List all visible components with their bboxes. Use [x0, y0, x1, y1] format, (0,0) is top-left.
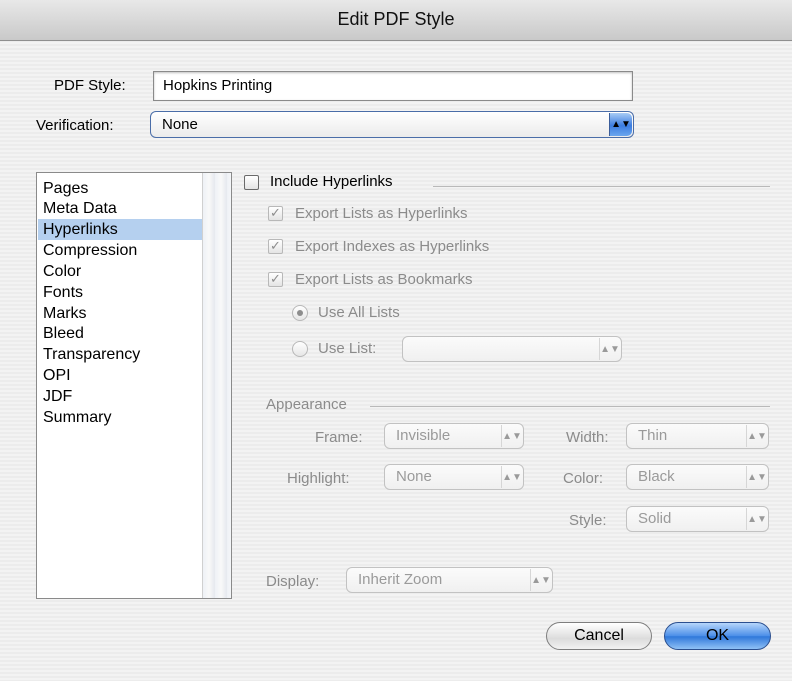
export-lists-hyperlinks-checkbox[interactable]: ✓: [268, 206, 283, 221]
color-value: Black: [638, 468, 675, 485]
frame-value: Invisible: [396, 427, 451, 444]
popup-arrows-icon: ▲▼: [746, 466, 767, 488]
use-all-lists-radio[interactable]: [292, 305, 308, 321]
color-label: Color:: [563, 470, 604, 487]
width-value: Thin: [638, 427, 668, 444]
pdf-style-label: PDF Style:: [54, 77, 126, 94]
popup-arrows-icon: ▲▼: [746, 425, 767, 447]
use-list-popup[interactable]: ▲▼: [402, 336, 622, 362]
list-scrollbar[interactable]: [202, 173, 231, 598]
export-lists-hyperlinks-label: Export Lists as Hyperlinks: [295, 205, 468, 222]
frame-popup[interactable]: Invisible ▲▼: [384, 423, 524, 449]
include-hyperlinks-divider: [433, 186, 770, 187]
sidebar-item-jdf[interactable]: JDF: [38, 386, 205, 407]
popup-arrows-icon: ▲▼: [599, 338, 620, 360]
popup-arrows-icon: ▲▼: [501, 466, 522, 488]
sidebar-item-marks[interactable]: Marks: [38, 303, 205, 324]
verification-popup[interactable]: None ▲▼: [150, 111, 634, 138]
include-hyperlinks-checkbox[interactable]: [244, 175, 259, 190]
display-value: Inherit Zoom: [358, 571, 443, 588]
popup-arrows-icon: ▲▼: [609, 113, 632, 136]
popup-arrows-icon: ▲▼: [530, 569, 551, 591]
color-popup[interactable]: Black ▲▼: [626, 464, 769, 490]
window-title: Edit PDF Style: [337, 9, 455, 29]
checkmark-icon: ✓: [270, 271, 281, 286]
style-value: Solid: [638, 510, 672, 527]
verification-value: None: [162, 116, 198, 133]
export-indexes-hyperlinks-label: Export Indexes as Hyperlinks: [295, 238, 490, 255]
verification-label: Verification:: [36, 117, 114, 134]
sidebar-item-compression[interactable]: Compression: [38, 240, 205, 261]
use-list-label: Use List:: [318, 340, 377, 357]
export-lists-bookmarks-label: Export Lists as Bookmarks: [295, 271, 473, 288]
width-popup[interactable]: Thin ▲▼: [626, 423, 769, 449]
sidebar-item-opi[interactable]: OPI: [38, 365, 205, 386]
popup-arrows-icon: ▲▼: [746, 508, 767, 530]
sidebar-item-summary[interactable]: Summary: [38, 407, 205, 428]
include-hyperlinks-label: Include Hyperlinks: [270, 173, 393, 190]
appearance-section-label: Appearance: [266, 396, 347, 413]
appearance-divider: [370, 406, 770, 407]
checkmark-icon: ✓: [270, 205, 281, 220]
sidebar-item-bleed[interactable]: Bleed: [38, 323, 205, 344]
sidebar-item-transparency[interactable]: Transparency: [38, 344, 205, 365]
use-list-radio[interactable]: [292, 341, 308, 357]
sidebar-item-pages[interactable]: Pages: [38, 178, 205, 199]
sidebar-item-meta-data[interactable]: Meta Data: [38, 198, 205, 219]
highlight-popup[interactable]: None ▲▼: [384, 464, 524, 490]
display-popup[interactable]: Inherit Zoom ▲▼: [346, 567, 553, 593]
popup-arrows-icon: ▲▼: [501, 425, 522, 447]
style-label: Style:: [569, 512, 607, 529]
frame-label: Frame:: [315, 429, 363, 446]
width-label: Width:: [566, 429, 609, 446]
style-popup[interactable]: Solid ▲▼: [626, 506, 769, 532]
export-indexes-hyperlinks-checkbox[interactable]: ✓: [268, 239, 283, 254]
edit-pdf-style-dialog: Edit PDF Style PDF Style: Hopkins Printi…: [0, 0, 792, 681]
export-lists-bookmarks-checkbox[interactable]: ✓: [268, 272, 283, 287]
sidebar-item-hyperlinks[interactable]: Hyperlinks: [38, 219, 205, 240]
title-bar[interactable]: Edit PDF Style: [0, 0, 792, 41]
use-all-lists-label: Use All Lists: [318, 304, 400, 321]
checkmark-icon: ✓: [270, 238, 281, 253]
display-label: Display:: [266, 573, 320, 590]
category-list[interactable]: Pages Meta Data Hyperlinks Compression C…: [36, 172, 232, 599]
cancel-button[interactable]: Cancel: [546, 622, 652, 650]
radio-selected-dot: [297, 310, 303, 316]
sidebar-item-color[interactable]: Color: [38, 261, 205, 282]
highlight-label: Highlight:: [287, 470, 350, 487]
sidebar-item-fonts[interactable]: Fonts: [38, 282, 205, 303]
ok-button[interactable]: OK: [664, 622, 771, 650]
pdf-style-input[interactable]: Hopkins Printing: [153, 71, 633, 101]
highlight-value: None: [396, 468, 432, 485]
